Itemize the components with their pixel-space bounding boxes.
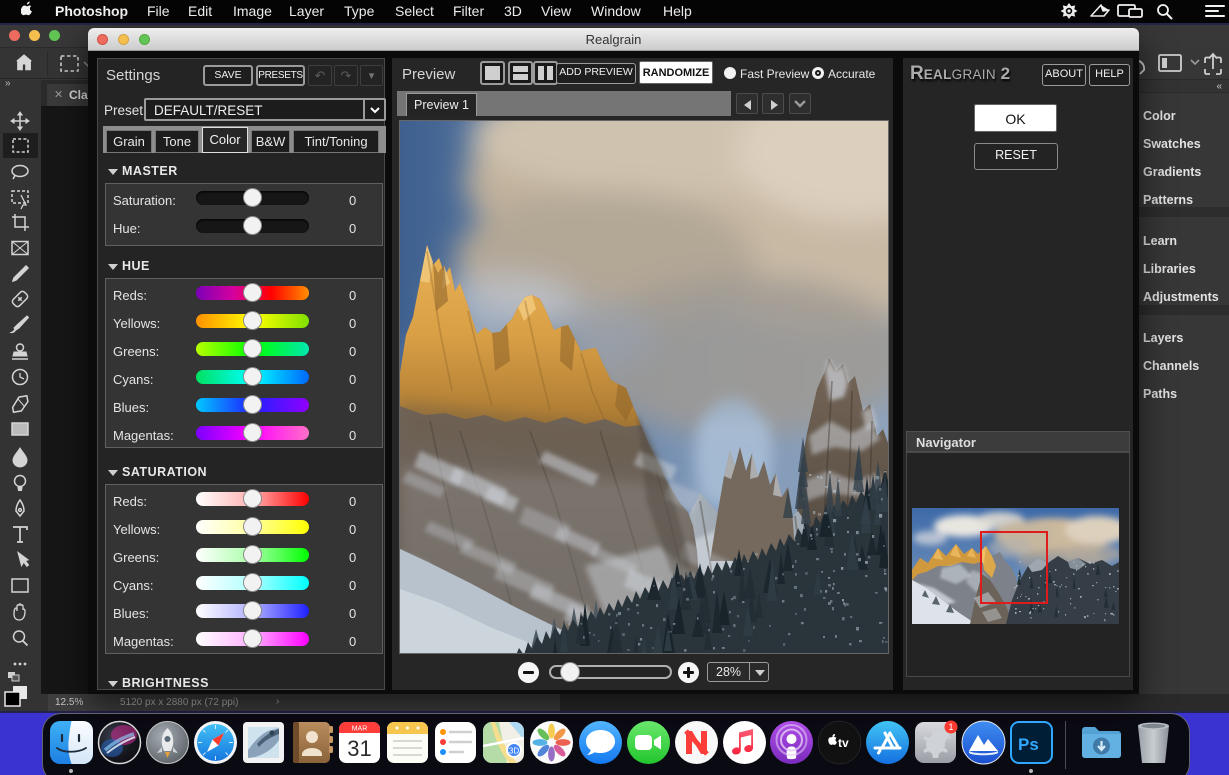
svg-text:MAR: MAR xyxy=(352,726,368,733)
svg-text:3D: 3D xyxy=(509,747,519,756)
svg-text:tv: tv xyxy=(838,736,849,750)
svg-text:1: 1 xyxy=(948,722,953,732)
svg-text:Ps: Ps xyxy=(1018,735,1039,754)
svg-text:31: 31 xyxy=(347,736,371,761)
